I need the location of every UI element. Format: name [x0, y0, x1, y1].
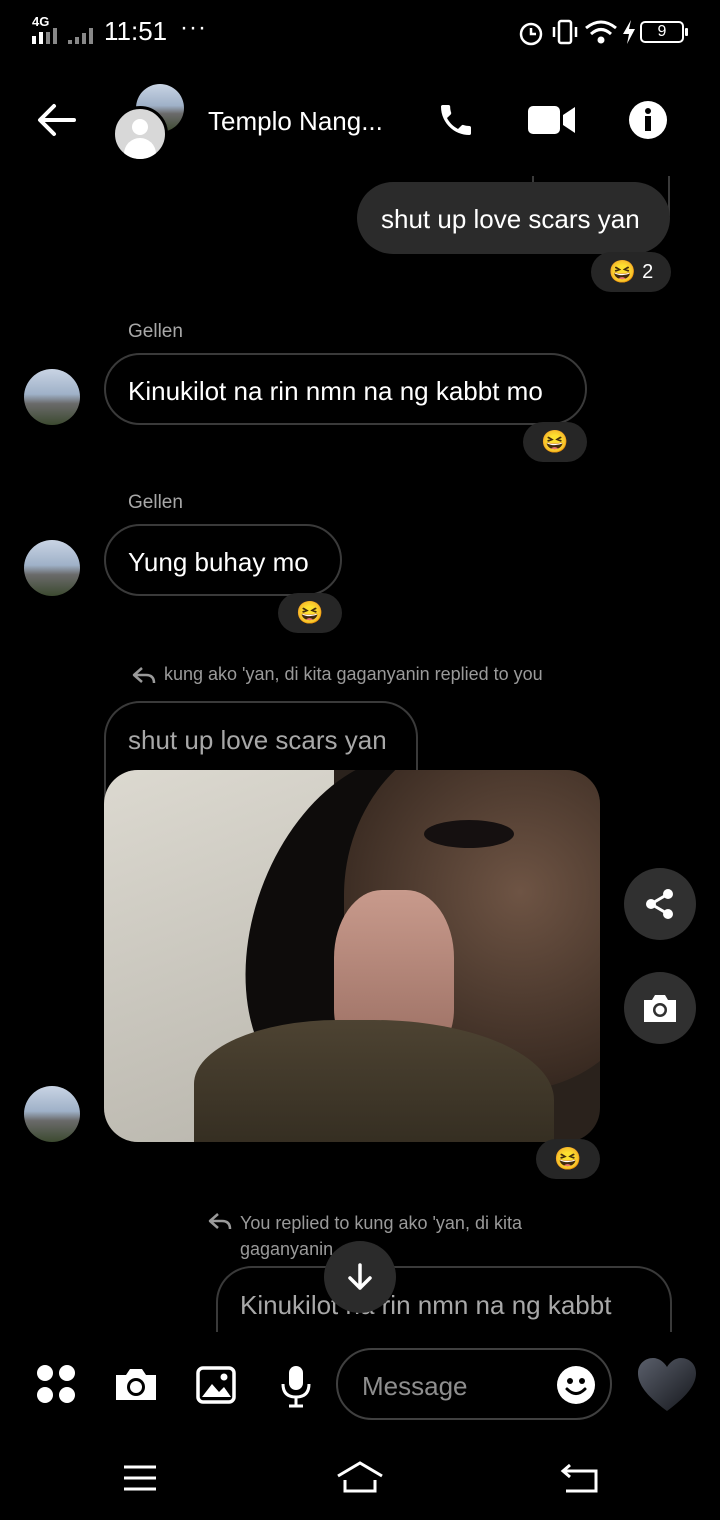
- message-placeholder: Message: [362, 1371, 468, 1401]
- camera-icon[interactable]: [114, 1366, 158, 1402]
- status-bar: 4G 11:51 ··· 9: [0, 0, 720, 64]
- signal-icon: [32, 28, 93, 44]
- chat-title[interactable]: Templo Nang...: [208, 106, 383, 137]
- default-user-avatar-icon: [112, 106, 168, 162]
- message-text: Yung buhay mo: [128, 547, 309, 577]
- sender-name: Gellen: [128, 492, 183, 513]
- battery-indicator: 9: [640, 21, 688, 43]
- quoted-text: Kinukilot na rin nmn na ng kabbt: [240, 1290, 612, 1320]
- video-call-icon[interactable]: [528, 104, 576, 136]
- share-button[interactable]: [624, 868, 696, 940]
- clock: 11:51: [104, 16, 168, 46]
- home-icon[interactable]: [336, 1460, 384, 1496]
- alarm-icon: [519, 22, 543, 46]
- share-icon: [646, 889, 673, 919]
- reaction-badge[interactable]: 😆 2: [591, 252, 671, 292]
- reply-arrow-icon: [208, 1213, 232, 1230]
- sender-avatar[interactable]: [24, 1086, 80, 1142]
- message-bubble-incoming[interactable]: Kinukilot na rin nmn na ng kabbt mo: [104, 353, 587, 425]
- laughing-emoji-icon: 😆: [541, 429, 569, 454]
- charging-icon: [623, 20, 635, 44]
- vibrate-icon: [552, 19, 578, 45]
- group-avatar[interactable]: [112, 82, 188, 162]
- info-icon[interactable]: [628, 100, 668, 140]
- phone-call-icon[interactable]: [436, 100, 476, 140]
- more-notifications-icon: ···: [180, 14, 207, 41]
- emoji-icon[interactable]: [556, 1365, 596, 1405]
- photo-message[interactable]: [104, 770, 600, 1142]
- sender-avatar[interactable]: [24, 369, 80, 425]
- sender-avatar[interactable]: [24, 540, 80, 596]
- reaction-count: 2: [642, 260, 654, 283]
- reply-arrow-icon: [132, 667, 156, 684]
- camera-reply-button[interactable]: [624, 972, 696, 1044]
- reply-context: You replied to kung ako 'yan, di kita ga…: [240, 1213, 522, 1259]
- composer-bar: Message: [0, 1332, 720, 1440]
- heart-like-icon[interactable]: [636, 1356, 698, 1414]
- laughing-emoji-icon: 😆: [296, 600, 324, 625]
- wifi-icon: [585, 20, 617, 44]
- sender-name: Gellen: [128, 321, 183, 342]
- network-type: 4G: [32, 14, 50, 29]
- reaction-badge[interactable]: 😆: [278, 593, 342, 633]
- camera-icon: [644, 995, 676, 1022]
- quoted-text: shut up love scars yan: [128, 725, 387, 755]
- back-nav-icon[interactable]: [560, 1462, 600, 1494]
- message-input[interactable]: Message: [336, 1348, 612, 1420]
- back-arrow-icon[interactable]: [36, 102, 76, 138]
- message-bubble-incoming[interactable]: Yung buhay mo: [104, 524, 342, 596]
- menu-icon[interactable]: [122, 1464, 158, 1492]
- message-text: shut up love scars yan: [381, 204, 640, 234]
- arrow-down-icon: [348, 1263, 372, 1290]
- reaction-badge[interactable]: 😆: [523, 422, 587, 462]
- system-navigation-bar: [0, 1440, 720, 1520]
- gallery-icon[interactable]: [196, 1366, 236, 1404]
- apps-grid-icon[interactable]: [36, 1364, 76, 1404]
- scroll-to-bottom-button[interactable]: [324, 1241, 396, 1313]
- laughing-emoji-icon: 😆: [554, 1146, 582, 1171]
- message-text: Kinukilot na rin nmn na ng kabbt mo: [128, 376, 543, 406]
- microphone-icon[interactable]: [280, 1364, 312, 1408]
- laughing-emoji-icon: 😆: [608, 259, 637, 284]
- message-bubble-outgoing[interactable]: shut up love scars yan: [357, 182, 670, 254]
- reply-context: kung ako 'yan, di kita gaganyanin replie…: [164, 664, 543, 684]
- reaction-badge[interactable]: 😆: [536, 1139, 600, 1179]
- chat-header: Templo Nang...: [0, 70, 720, 170]
